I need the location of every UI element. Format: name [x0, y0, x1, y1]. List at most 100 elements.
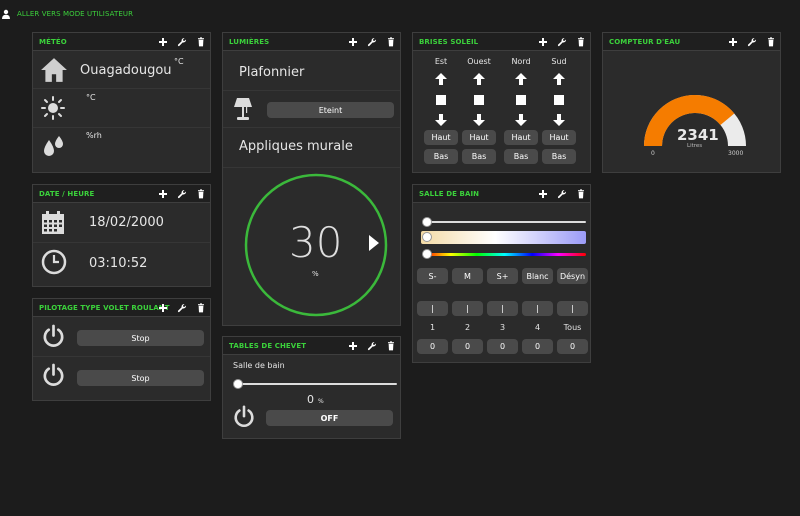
white-temperature-slider[interactable] — [421, 231, 586, 244]
channel-2-value[interactable]: 0 — [452, 339, 483, 354]
plus-icon[interactable] — [158, 189, 168, 199]
wrench-icon[interactable] — [177, 303, 187, 313]
gauge-value: 2341 — [677, 126, 719, 144]
channel-2-toggle[interactable]: | — [452, 301, 483, 316]
widget-header: LUMIÈRES — [223, 33, 400, 51]
arrow-up-icon[interactable] — [515, 73, 527, 85]
chevet-widget: TABLES DE CHEVET Salle de bain 0 % OFF — [222, 336, 401, 439]
plus-icon[interactable] — [158, 303, 168, 313]
widget-header: PILOTAGE TYPE VOLET ROULANT — [33, 299, 210, 317]
wrench-icon[interactable] — [557, 189, 567, 199]
channel-1-toggle[interactable]: | — [417, 301, 448, 316]
wrench-icon[interactable] — [367, 341, 377, 351]
chevet-slider-knob[interactable] — [233, 379, 243, 389]
arrow-down-icon[interactable] — [435, 114, 447, 126]
white-temperature-knob[interactable] — [422, 232, 432, 242]
power-icon[interactable] — [232, 405, 256, 429]
trash-icon[interactable] — [196, 303, 206, 313]
chevet-slider-track[interactable] — [237, 383, 397, 385]
desync-button[interactable]: Désyn — [557, 268, 588, 284]
arrow-up-icon[interactable] — [553, 73, 565, 85]
wrench-icon[interactable] — [177, 37, 187, 47]
stop-square-icon[interactable] — [436, 95, 446, 105]
channel-4-value[interactable]: 0 — [522, 339, 553, 354]
volet-stop-button[interactable]: Stop — [77, 370, 204, 386]
dimmer-area: 30 % — [223, 168, 400, 323]
dimmer-unit: % — [312, 270, 319, 278]
arrow-down-icon[interactable] — [515, 114, 527, 126]
plus-icon[interactable] — [728, 37, 738, 47]
trash-icon[interactable] — [766, 37, 776, 47]
trash-icon[interactable] — [386, 341, 396, 351]
brightness-slider-knob[interactable] — [422, 217, 432, 227]
widget-tools — [158, 185, 206, 203]
meteo-widget: MÉTÉO Ouagadougou °C °C %rh — [32, 32, 211, 173]
power-icon[interactable] — [41, 324, 66, 349]
wrench-icon[interactable] — [177, 189, 187, 199]
arrow-up-icon[interactable] — [435, 73, 447, 85]
brise-haut-button[interactable]: Haut — [504, 130, 538, 145]
widget-title: DATE / HEURE — [39, 189, 95, 198]
brise-haut-button[interactable]: Haut — [542, 130, 576, 145]
salle-de-bain-widget: SALLE DE BAIN S- M S+ Blanc Désyn | | | … — [412, 184, 591, 363]
plus-icon[interactable] — [348, 341, 358, 351]
color-hue-slider[interactable] — [423, 253, 586, 256]
brightness-slider-track[interactable] — [423, 221, 586, 223]
brise-haut-button[interactable]: Haut — [424, 130, 458, 145]
brise-bas-button[interactable]: Bas — [462, 149, 496, 164]
speed-minus-button[interactable]: S- — [417, 268, 448, 284]
brise-column-sud: Sud Haut Bas — [542, 54, 576, 168]
plafonnier-state-button[interactable]: Eteint — [267, 102, 394, 118]
channel-3-toggle[interactable]: | — [487, 301, 518, 316]
brise-bas-button[interactable]: Bas — [542, 149, 576, 164]
channel-all-toggle[interactable]: | — [557, 301, 588, 316]
stop-square-icon[interactable] — [554, 95, 564, 105]
brise-bas-button[interactable]: Bas — [424, 149, 458, 164]
power-icon[interactable] — [41, 363, 66, 388]
arrow-down-icon[interactable] — [473, 114, 485, 126]
channel-label: 2 — [464, 323, 471, 332]
volet-stop-button[interactable]: Stop — [77, 330, 204, 346]
meteo-city-row: Ouagadougou °C — [33, 51, 210, 89]
widget-tools — [538, 33, 586, 51]
trash-icon[interactable] — [386, 37, 396, 47]
channel-all-value[interactable]: 0 — [557, 339, 588, 354]
stop-square-icon[interactable] — [474, 95, 484, 105]
trash-icon[interactable] — [576, 37, 586, 47]
volet-row-2: Stop — [33, 357, 210, 397]
sun-temperature-unit: °C — [86, 93, 96, 102]
temperature-unit: °C — [174, 57, 184, 66]
wrench-icon[interactable] — [747, 37, 757, 47]
plus-icon[interactable] — [538, 189, 548, 199]
channel-3-value[interactable]: 0 — [487, 339, 518, 354]
channel-4-toggle[interactable]: | — [522, 301, 553, 316]
play-arrow-icon[interactable] — [368, 234, 380, 252]
color-hue-knob[interactable] — [422, 249, 432, 259]
widget-title: COMPTEUR D'EAU — [609, 37, 681, 46]
wrench-icon[interactable] — [367, 37, 377, 47]
wrench-icon[interactable] — [557, 37, 567, 47]
trash-icon[interactable] — [196, 189, 206, 199]
user-mode-link[interactable]: ALLER VERS MODE UTILISATEUR — [17, 10, 133, 18]
plus-icon[interactable] — [538, 37, 548, 47]
brise-bas-button[interactable]: Bas — [504, 149, 538, 164]
plafonnier-row: Plafonnier — [223, 51, 400, 91]
plus-icon[interactable] — [348, 37, 358, 47]
plus-icon[interactable] — [158, 37, 168, 47]
arrow-down-icon[interactable] — [553, 114, 565, 126]
trash-icon[interactable] — [576, 189, 586, 199]
stop-square-icon[interactable] — [516, 95, 526, 105]
mode-button[interactable]: M — [452, 268, 483, 284]
chevet-off-button[interactable]: OFF — [266, 410, 393, 426]
white-button[interactable]: Blanc — [522, 268, 553, 284]
arrow-up-icon[interactable] — [473, 73, 485, 85]
home-icon — [41, 58, 67, 82]
channel-label: 4 — [534, 323, 541, 332]
widget-tools — [728, 33, 776, 51]
trash-icon[interactable] — [196, 37, 206, 47]
channel-1-value[interactable]: 0 — [417, 339, 448, 354]
brise-column-label: Nord — [511, 57, 531, 66]
speed-plus-button[interactable]: S+ — [487, 268, 518, 284]
brise-haut-button[interactable]: Haut — [462, 130, 496, 145]
widget-header: BRISES SOLEIL — [413, 33, 590, 51]
